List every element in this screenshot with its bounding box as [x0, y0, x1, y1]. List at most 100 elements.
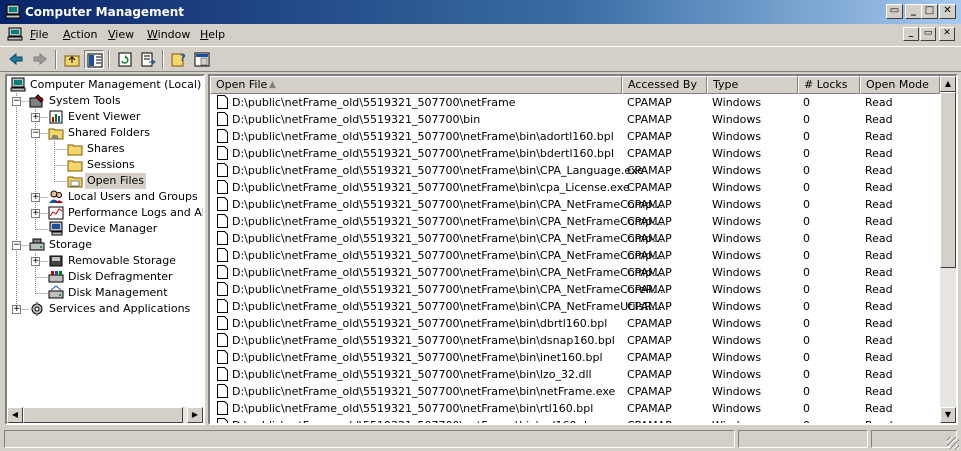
- help-icon[interactable]: ?: [169, 50, 189, 69]
- close-icon[interactable]: ✕: [939, 4, 956, 19]
- tree-item-label: Computer Management (Local): [30, 78, 202, 91]
- title-bar[interactable]: Computer Management ▭ _ □ ✕: [0, 0, 961, 24]
- tree-item-removable-storage[interactable]: + Removable Storage: [7, 253, 203, 269]
- computer-management-icon: [5, 4, 21, 19]
- tree-item-local-users[interactable]: + Local Users and Groups: [7, 189, 203, 205]
- column-header-accessed-by[interactable]: Accessed By: [622, 76, 707, 94]
- table-row[interactable]: D:\public\netFrame_old\5519321_507700\ne…: [210, 417, 940, 423]
- tree-item-device-manager[interactable]: Device Manager: [7, 221, 203, 237]
- menu-file[interactable]: File: [30, 28, 48, 41]
- expand-icon[interactable]: +: [31, 209, 40, 218]
- mdi-minimize-icon[interactable]: _: [903, 27, 919, 41]
- tree-item-system-tools[interactable]: − System Tools: [7, 93, 203, 109]
- tree-item-computer-management[interactable]: Computer Management (Local): [7, 77, 203, 93]
- export-list-icon[interactable]: [138, 50, 158, 69]
- table-row[interactable]: D:\public\netFrame_old\5519321_507700\ne…: [210, 162, 940, 179]
- scroll-thumb[interactable]: [23, 407, 183, 423]
- table-row[interactable]: D:\public\netFrame_old\5519321_507700\ne…: [210, 298, 940, 315]
- scroll-down-icon[interactable]: ▼: [940, 407, 956, 423]
- menu-window[interactable]: Window: [147, 28, 190, 41]
- table-row[interactable]: D:\public\netFrame_old\5519321_507700\ne…: [210, 247, 940, 264]
- expand-icon[interactable]: +: [12, 305, 21, 314]
- table-row[interactable]: D:\public\netFrame_old\5519321_507700\ne…: [210, 264, 940, 281]
- services-icon: [31, 302, 43, 316]
- collapse-icon[interactable]: −: [12, 97, 21, 106]
- maximize-icon[interactable]: □: [921, 4, 938, 19]
- cell-type: Windows: [712, 317, 762, 330]
- table-row[interactable]: D:\public\netFrame_old\5519321_507700\ne…: [210, 400, 940, 417]
- table-row[interactable]: D:\public\netFrame_old\5519321_507700\ne…: [210, 332, 940, 349]
- cell-type: Windows: [712, 385, 762, 398]
- mdi-close-icon[interactable]: ✕: [939, 27, 955, 41]
- forward-icon[interactable]: [30, 50, 50, 69]
- back-icon[interactable]: [6, 50, 26, 69]
- resize-grip-icon[interactable]: [947, 437, 959, 449]
- menu-action[interactable]: Action: [63, 28, 97, 41]
- collapse-icon[interactable]: −: [31, 129, 40, 138]
- table-row[interactable]: D:\public\netFrame_old\5519321_507700\bi…: [210, 111, 940, 128]
- file-icon: [217, 163, 228, 177]
- tree-item-open-files[interactable]: Open Files: [7, 173, 203, 189]
- menu-view[interactable]: View: [108, 28, 134, 41]
- cell-locks: 0: [803, 368, 810, 381]
- refresh-icon[interactable]: [115, 50, 135, 69]
- tree-item-disk-management[interactable]: Disk Management: [7, 285, 203, 301]
- tree-pane[interactable]: Computer Management (Local) − System Too…: [5, 74, 205, 425]
- cell-open-mode: Read: [865, 402, 893, 415]
- cell-type: Windows: [712, 164, 762, 177]
- cell-open-file: D:\public\netFrame_old\5519321_507700\ne…: [232, 317, 608, 330]
- tree-item-storage[interactable]: − Storage: [7, 237, 203, 253]
- up-one-level-icon[interactable]: [62, 50, 82, 69]
- table-row[interactable]: D:\public\netFrame_old\5519321_507700\ne…: [210, 349, 940, 366]
- table-row[interactable]: D:\public\netFrame_old\5519321_507700\ne…: [210, 179, 940, 196]
- tree-item-shared-folders[interactable]: − Shared Folders: [7, 125, 203, 141]
- scroll-left-icon[interactable]: ◀: [7, 407, 23, 423]
- table-row[interactable]: D:\public\netFrame_old\5519321_507700\ne…: [210, 281, 940, 298]
- collapse-icon[interactable]: −: [12, 241, 21, 250]
- list-vertical-scrollbar[interactable]: ▲ ▼: [940, 76, 956, 423]
- properties-icon[interactable]: [192, 50, 212, 69]
- scroll-up-icon[interactable]: ▲: [940, 76, 956, 92]
- column-header-type[interactable]: Type: [707, 76, 798, 94]
- cell-open-mode: Read: [865, 249, 893, 262]
- tree-item-label: Removable Storage: [68, 254, 176, 267]
- cell-open-mode: Read: [865, 317, 893, 330]
- tree-item-shares[interactable]: Shares: [7, 141, 203, 157]
- column-header-open-file[interactable]: Open File ▲: [210, 76, 622, 94]
- tree-item-sessions[interactable]: Sessions: [7, 157, 203, 173]
- table-row[interactable]: D:\public\netFrame_old\5519321_507700\ne…: [210, 383, 940, 400]
- table-row[interactable]: D:\public\netFrame_old\5519321_507700\ne…: [210, 94, 940, 111]
- table-row[interactable]: D:\public\netFrame_old\5519321_507700\ne…: [210, 213, 940, 230]
- expand-icon[interactable]: +: [31, 257, 40, 266]
- minimize-icon[interactable]: _: [905, 4, 922, 19]
- cell-accessed-by: CPAMAP: [627, 402, 672, 415]
- expand-icon[interactable]: +: [31, 193, 40, 202]
- tree-item-event-viewer[interactable]: + Event Viewer: [7, 109, 203, 125]
- cell-open-file: D:\public\netFrame_old\5519321_507700\ne…: [232, 232, 663, 245]
- expand-icon[interactable]: +: [31, 113, 40, 122]
- column-header-locks[interactable]: # Locks: [798, 76, 860, 94]
- tree-item-disk-defragmenter[interactable]: Disk Defragmenter: [7, 269, 203, 285]
- cell-open-mode: Read: [865, 96, 893, 109]
- tree-horizontal-scrollbar[interactable]: ◀ ▶: [7, 407, 203, 423]
- table-row[interactable]: D:\public\netFrame_old\5519321_507700\ne…: [210, 315, 940, 332]
- computer-management-icon[interactable]: [7, 27, 23, 42]
- scroll-thumb[interactable]: [940, 92, 956, 268]
- table-row[interactable]: D:\public\netFrame_old\5519321_507700\ne…: [210, 230, 940, 247]
- menu-help[interactable]: Help: [200, 28, 225, 41]
- show-hide-tree-icon[interactable]: [84, 50, 104, 69]
- file-icon: [217, 367, 228, 381]
- mdi-restore-icon[interactable]: ▭: [920, 27, 936, 41]
- restore-icon[interactable]: ▭: [886, 4, 903, 19]
- tree-item-services-applications[interactable]: + Services and Applications: [7, 301, 203, 317]
- scroll-right-icon[interactable]: ▶: [187, 407, 203, 423]
- table-row[interactable]: D:\public\netFrame_old\5519321_507700\ne…: [210, 366, 940, 383]
- open-files-list[interactable]: Open File ▲ Accessed By Type # Locks Ope…: [208, 74, 958, 425]
- status-pane: [4, 430, 735, 448]
- column-header-open-mode[interactable]: Open Mode: [860, 76, 940, 94]
- cell-accessed-by: CPAMAP: [627, 334, 672, 347]
- tree-item-performance-logs[interactable]: + Performance Logs and Alerts: [7, 205, 203, 221]
- table-row[interactable]: D:\public\netFrame_old\5519321_507700\ne…: [210, 128, 940, 145]
- table-row[interactable]: D:\public\netFrame_old\5519321_507700\ne…: [210, 145, 940, 162]
- table-row[interactable]: D:\public\netFrame_old\5519321_507700\ne…: [210, 196, 940, 213]
